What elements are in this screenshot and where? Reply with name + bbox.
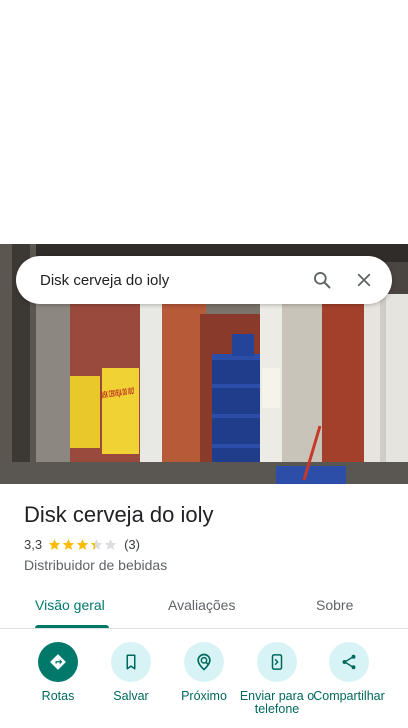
star-full-icon [48,539,61,550]
star-full-icon [76,539,89,550]
send-to-phone-icon[interactable] [257,642,297,682]
search-input[interactable]: Disk cerveja do ioly [40,272,296,289]
active-tab-indicator [35,625,109,628]
rating-value: 3,3 [24,537,43,552]
search-icon[interactable] [306,264,338,296]
send-to-phone-button[interactable]: Enviar para o telefone [237,642,317,716]
close-icon[interactable] [348,264,380,296]
star-partial-icon [90,539,103,550]
star-full-icon [62,539,75,550]
directions-icon[interactable] [38,642,78,682]
review-count[interactable]: (3) [124,537,140,552]
rating-stars [48,538,118,551]
tab-overview[interactable]: Visão geral [35,597,105,613]
place-category: Distribuidor de bebidas [24,557,168,573]
save-label: Salvar [113,689,149,703]
share-button[interactable]: Compartilhar [309,642,389,703]
tab-reviews[interactable]: Avaliações [168,597,235,613]
search-bar[interactable]: Disk cerveja do ioly [16,256,392,304]
action-bar: Rotas Salvar Próximo Enviar para o telef… [0,642,408,728]
share-label: Compartilhar [313,689,385,703]
tab-bar: Visão geral Avaliações Sobre [0,590,408,629]
save-button[interactable]: Salvar [91,642,171,703]
nearby-label: Próximo [181,689,227,703]
share-icon[interactable] [329,642,369,682]
bookmark-icon[interactable] [111,642,151,682]
directions-label: Rotas [41,689,75,703]
tab-about[interactable]: Sobre [316,597,353,613]
star-empty-icon [104,539,117,550]
nearby-button[interactable]: Próximo [164,642,244,703]
send-to-phone-label: Enviar para o telefone [239,689,315,716]
place-title: Disk cerveja do ioly [24,502,214,527]
directions-button[interactable]: Rotas [18,642,98,703]
nearby-icon[interactable] [184,642,224,682]
rating-row[interactable]: 3,3 (3) [24,537,140,552]
